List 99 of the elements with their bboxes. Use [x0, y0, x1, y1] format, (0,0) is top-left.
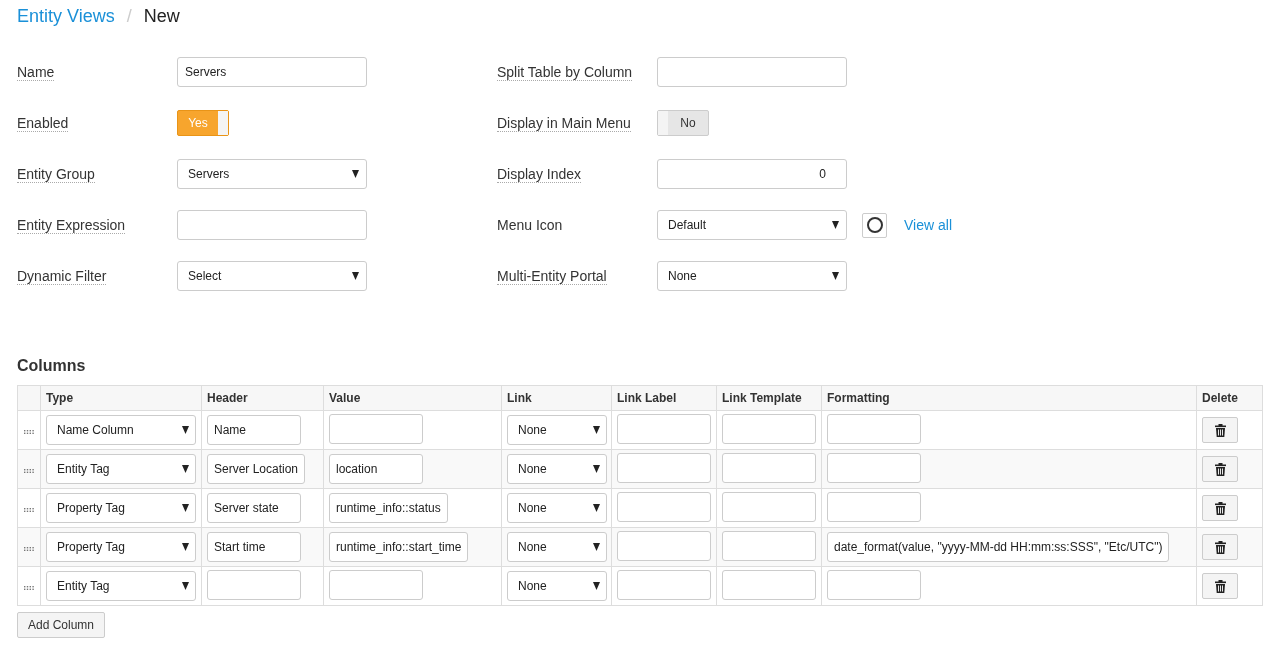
- link-label-field[interactable]: [617, 413, 711, 444]
- field-label: Entity Expression: [17, 216, 126, 234]
- type-dropdown[interactable]: Property Tag: [46, 493, 196, 523]
- breadcrumb-link[interactable]: Entity Views: [17, 6, 115, 27]
- link-label-field[interactable]: [617, 452, 711, 483]
- link-dropdown[interactable]: None: [507, 571, 607, 601]
- trash-icon: [1214, 462, 1226, 476]
- page-title: New: [143, 6, 180, 27]
- link-template-field[interactable]: [722, 413, 816, 444]
- field-label: Menu Icon: [497, 217, 564, 233]
- delete-button[interactable]: [1202, 573, 1238, 599]
- caret-icon: [182, 426, 189, 434]
- field-label: Enabled: [17, 114, 69, 132]
- caret-icon: [593, 582, 600, 590]
- type-dropdown[interactable]: Entity Tag: [46, 571, 196, 601]
- view-all-link[interactable]: View all: [904, 217, 952, 233]
- type-dropdown[interactable]: Property Tag: [46, 532, 196, 562]
- column-header: Formatting: [827, 391, 890, 405]
- text-field[interactable]: [177, 210, 367, 240]
- type-dropdown[interactable]: Name Column: [46, 415, 196, 445]
- icon-preview-button[interactable]: [862, 212, 887, 238]
- caret-icon: [182, 543, 189, 551]
- column-header: Value: [329, 391, 361, 405]
- dropdown[interactable]: None: [657, 261, 847, 291]
- text-field[interactable]: [657, 57, 847, 87]
- caret-icon: [593, 465, 600, 473]
- column-header: Link Template: [722, 391, 802, 405]
- drag-handle-icon[interactable]: [24, 547, 34, 551]
- formatting-field[interactable]: date_format(value, "yyyy-MM-dd HH:mm:ss:SSS", "Etc/UTC"): [827, 532, 1170, 562]
- caret-icon: [352, 170, 359, 178]
- header-field[interactable]: Start time: [207, 532, 301, 562]
- column-header: Header: [207, 391, 248, 405]
- delete-button[interactable]: [1202, 534, 1238, 560]
- breadcrumb-separator: /: [126, 6, 132, 27]
- value-field[interactable]: [329, 413, 423, 444]
- number-field[interactable]: 0: [657, 159, 847, 189]
- link-template-field[interactable]: [722, 491, 816, 522]
- caret-icon: [593, 504, 600, 512]
- dropdown[interactable]: Select: [177, 261, 367, 291]
- trash-icon: [1214, 579, 1226, 593]
- drag-handle-icon[interactable]: [24, 430, 34, 434]
- section-heading: Columns: [17, 357, 87, 375]
- header-field[interactable]: Server state: [207, 493, 301, 523]
- link-dropdown[interactable]: None: [507, 493, 607, 523]
- caret-icon: [832, 221, 839, 229]
- column-header: Type: [46, 391, 74, 405]
- value-field[interactable]: location: [329, 454, 423, 484]
- value-field[interactable]: runtime_info::start_time: [329, 532, 469, 562]
- caret-icon: [352, 272, 359, 280]
- value-field[interactable]: [329, 569, 423, 600]
- delete-button[interactable]: [1202, 417, 1238, 443]
- drag-handle-icon[interactable]: [24, 508, 34, 512]
- link-template-field[interactable]: [722, 569, 816, 600]
- type-dropdown[interactable]: Entity Tag: [46, 454, 196, 484]
- trash-icon: [1214, 501, 1226, 515]
- caret-icon: [182, 582, 189, 590]
- drag-handle-icon[interactable]: [24, 586, 34, 590]
- column-header: Link: [507, 391, 532, 405]
- dropdown[interactable]: Default: [657, 210, 847, 240]
- value-field[interactable]: runtime_info::status: [329, 493, 448, 523]
- delete-button[interactable]: [1202, 495, 1238, 521]
- circle-icon: [866, 217, 883, 233]
- caret-icon: [593, 543, 600, 551]
- trash-icon: [1214, 423, 1226, 437]
- link-dropdown[interactable]: None: [507, 532, 607, 562]
- caret-icon: [182, 504, 189, 512]
- header-field[interactable]: Name: [207, 415, 301, 445]
- field-label: Entity Group: [17, 165, 95, 183]
- formatting-field[interactable]: [827, 491, 921, 522]
- toggle-switch[interactable]: No: [657, 110, 709, 136]
- field-label: Multi-Entity Portal: [497, 267, 607, 285]
- link-label-field[interactable]: [617, 569, 711, 600]
- drag-handle-icon[interactable]: [24, 469, 34, 473]
- link-label-field[interactable]: [617, 491, 711, 522]
- field-label: Dynamic Filter: [17, 267, 107, 285]
- text-field[interactable]: Servers: [177, 57, 367, 87]
- field-label: Display in Main Menu: [497, 114, 631, 132]
- column-header: Delete: [1202, 391, 1239, 405]
- field-label: Name: [17, 63, 55, 81]
- link-template-field[interactable]: [722, 530, 816, 561]
- trash-icon: [1214, 540, 1226, 554]
- field-label: Display Index: [497, 165, 582, 183]
- caret-icon: [182, 465, 189, 473]
- link-dropdown[interactable]: None: [507, 415, 607, 445]
- dropdown[interactable]: Servers: [177, 159, 367, 189]
- caret-icon: [593, 426, 600, 434]
- link-dropdown[interactable]: None: [507, 454, 607, 484]
- link-template-field[interactable]: [722, 452, 816, 483]
- formatting-field[interactable]: [827, 452, 921, 483]
- field-label: Split Table by Column: [497, 63, 633, 81]
- link-label-field[interactable]: [617, 530, 711, 561]
- add-column-button[interactable]: Add Column: [17, 612, 106, 638]
- formatting-field[interactable]: [827, 569, 921, 600]
- header-field[interactable]: Server Location: [207, 454, 306, 484]
- delete-button[interactable]: [1202, 456, 1238, 482]
- header-field[interactable]: [207, 569, 301, 600]
- column-header: Link Label: [617, 391, 677, 405]
- caret-icon: [832, 272, 839, 280]
- formatting-field[interactable]: [827, 413, 921, 444]
